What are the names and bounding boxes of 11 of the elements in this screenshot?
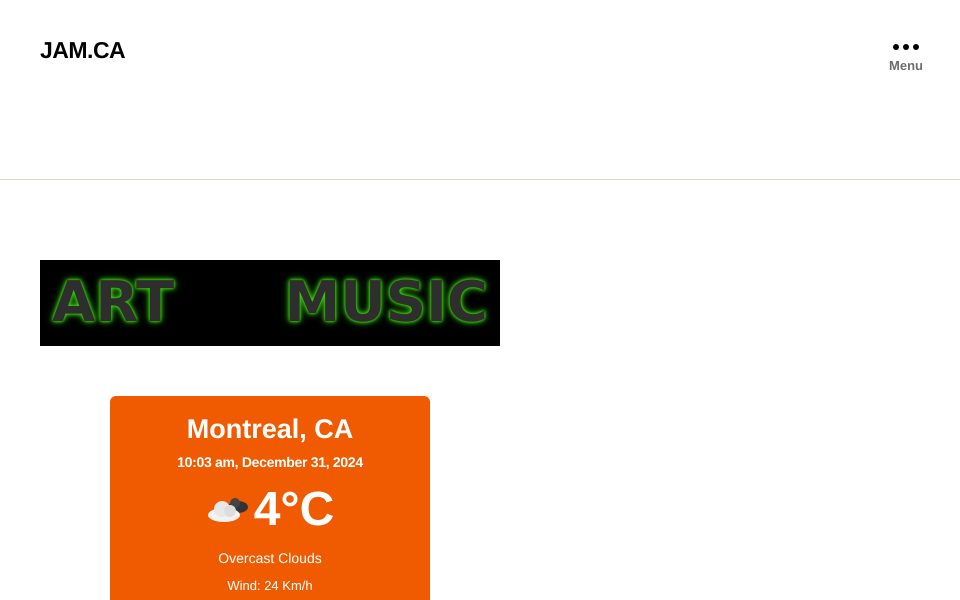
menu-icon bbox=[893, 44, 920, 50]
city-name: Montreal, CA bbox=[186, 414, 354, 445]
weather-condition: Overcast Clouds bbox=[218, 550, 322, 566]
site-title[interactable]: JAM.CA bbox=[40, 37, 126, 64]
cloud-icon bbox=[206, 495, 250, 525]
banner-word: ART bbox=[52, 275, 174, 331]
date-time: 10:03 am, December 31, 2024 bbox=[177, 454, 363, 470]
wind-speed: Wind: 24 Km/h bbox=[227, 578, 313, 593]
temperature: 4°C bbox=[254, 486, 334, 534]
banner-word: MUSIC bbox=[284, 275, 488, 331]
menu-button[interactable]: Menu bbox=[889, 44, 923, 73]
